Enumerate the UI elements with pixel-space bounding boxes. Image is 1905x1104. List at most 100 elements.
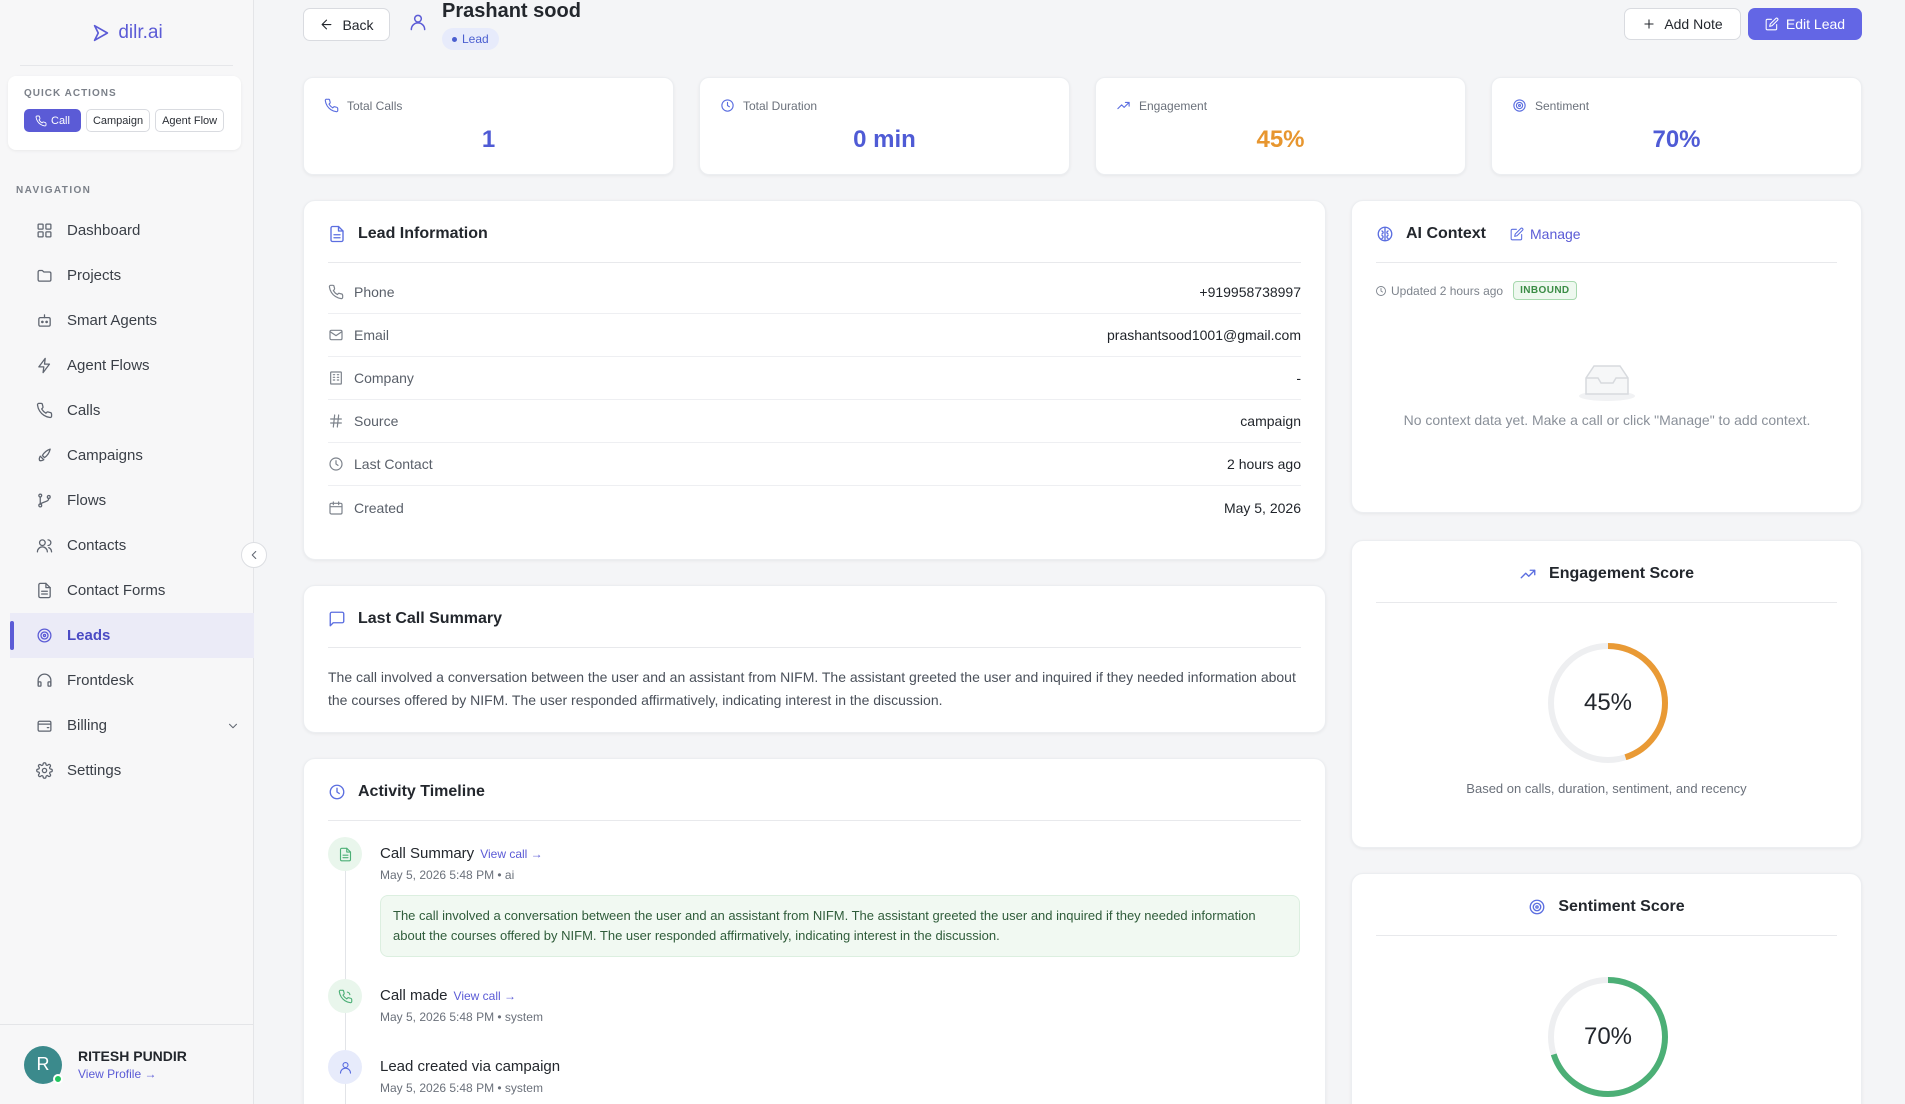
info-value: campaign: [1240, 413, 1301, 429]
quick-actions-title: QUICK ACTIONS: [24, 88, 117, 99]
timeline-dot: [328, 1050, 362, 1084]
stat-value: 70%: [1652, 126, 1701, 153]
chevron-down-icon[interactable]: [226, 719, 240, 733]
summary-text: The call involved a conversation between…: [328, 669, 1296, 708]
sidebar-item-label: Settings: [67, 762, 122, 779]
empty-state-text: No context data yet. Make a call or clic…: [1403, 412, 1811, 428]
sidebar-item-flows[interactable]: Flows: [10, 478, 254, 523]
sidebar-item-label: Billing: [67, 717, 108, 734]
quick-actions: QUICK ACTIONS Call Campaign Agent Flow: [8, 76, 241, 150]
sidebar-item-agent-flows[interactable]: Agent Flows: [10, 343, 254, 388]
timeline-title: Call Summary: [380, 845, 475, 862]
card-title: AI Context: [1406, 224, 1486, 242]
gear-icon: [36, 762, 53, 779]
sidebar-item-contacts[interactable]: Contacts: [10, 523, 254, 568]
sidebar-item-label: Campaigns: [67, 447, 143, 464]
info-label: Email: [354, 327, 390, 343]
target-icon: [1513, 99, 1526, 112]
sidebar-item-label: Agent Flows: [67, 357, 150, 374]
divider: [1376, 602, 1837, 603]
sidebar-item-dashboard[interactable]: Dashboard: [10, 208, 254, 253]
gauge-value: 45%: [1583, 689, 1633, 716]
info-value: 2 hours ago: [1227, 456, 1301, 472]
gauge-subtitle: Based on calls, duration, sentiment, and…: [1466, 781, 1747, 796]
card-title: Activity Timeline: [358, 782, 485, 800]
info-label: Created: [354, 499, 404, 516]
target-icon: [1529, 899, 1545, 915]
stat-sentiment: Sentiment 70%: [1491, 77, 1862, 175]
info-row-email: Email prashantsood1001@gmail.com: [328, 314, 1301, 357]
headphones-icon: [37, 673, 52, 687]
sidebar-item-contact-forms[interactable]: Contact Forms: [10, 568, 254, 613]
sidebar-item-label: Leads: [67, 627, 111, 644]
stat-value: 1: [481, 126, 496, 153]
view-profile-link[interactable]: View Profile →: [78, 1067, 187, 1081]
avatar-initial: R: [36, 1054, 50, 1074]
sidebar-item-label: Contacts: [67, 537, 127, 554]
card-title: Last Call Summary: [358, 609, 503, 627]
badge-dot: [452, 36, 457, 42]
view-call-link[interactable]: View call →: [454, 989, 516, 1003]
timeline-title: Lead created via campaign: [380, 1058, 561, 1075]
logo-text: dilr.ai: [118, 21, 163, 43]
ai-context-meta: Updated 2 hours ago INBOUND: [1375, 281, 1577, 300]
logo-icon: [94, 24, 109, 41]
sidebar-item-smart-agents[interactable]: Smart Agents: [10, 298, 254, 343]
stat-label: Total Duration: [743, 98, 818, 113]
sidebar-item-calls[interactable]: Calls: [10, 388, 254, 433]
timeline-dot: [328, 837, 362, 871]
users-icon: [36, 539, 53, 553]
sidebar-item-label: Frontdesk: [67, 672, 134, 689]
git-branch-icon: [38, 493, 51, 508]
user-name: RITESH PUNDIR: [78, 1048, 187, 1064]
rocket-icon: [38, 448, 51, 462]
info-row-created: Created May 5, 2026: [328, 486, 1301, 529]
info-label: Source: [354, 413, 399, 429]
logo[interactable]: dilr.ai: [20, 0, 233, 66]
clock-icon: [1376, 285, 1386, 296]
user-profile[interactable]: R RITESH PUNDIR View Profile →: [0, 1024, 254, 1104]
last-call-summary-card: Last Call Summary The call involved a co…: [303, 585, 1326, 733]
avatar[interactable]: R: [24, 1045, 63, 1084]
card-header: Engagement Score: [1352, 565, 1861, 583]
add-note-button[interactable]: Add Note: [1624, 8, 1741, 40]
quick-call-button[interactable]: Call: [24, 109, 81, 132]
back-button[interactable]: Back: [303, 8, 390, 41]
manage-button[interactable]: Manage: [1510, 226, 1581, 242]
lead-information-card: Lead Information Phone +919958738997 Ema…: [303, 200, 1326, 560]
sentiment-score-card: Sentiment Score 70%: [1351, 873, 1862, 1104]
add-note-label: Add Note: [1664, 16, 1723, 32]
nav-title: NAVIGATION: [16, 185, 92, 196]
trending-up-icon: [1520, 569, 1536, 579]
wallet-icon: [37, 720, 52, 732]
sidebar-item-label: Dashboard: [67, 222, 141, 239]
phone-icon: [328, 284, 344, 300]
quick-campaign-button[interactable]: Campaign: [85, 109, 151, 132]
sidebar-item-projects[interactable]: Projects: [10, 253, 254, 298]
sidebar-item-settings[interactable]: Settings: [10, 748, 254, 793]
phone-call-icon: [338, 989, 352, 1003]
stat-label: Engagement: [1139, 98, 1208, 113]
gauge-value: 70%: [1583, 1023, 1633, 1050]
view-call-link[interactable]: View call →: [480, 847, 542, 861]
info-label: Phone: [354, 284, 395, 300]
collapse-sidebar-button[interactable]: [241, 542, 267, 568]
user-icon: [408, 12, 428, 32]
card-title: Sentiment Score: [1558, 898, 1685, 915]
info-row-phone: Phone +919958738997: [328, 271, 1301, 314]
edit-lead-button[interactable]: Edit Lead: [1748, 8, 1862, 40]
edit-icon: [1765, 17, 1779, 31]
sidebar-item-campaigns[interactable]: Campaigns: [10, 433, 254, 478]
dashboard-icon: [37, 223, 52, 238]
sidebar-item-frontdesk[interactable]: Frontdesk: [10, 658, 254, 703]
timeline-meta: May 5, 2026 5:48 PM • system: [380, 1010, 543, 1024]
sidebar-item-leads[interactable]: Leads: [10, 613, 254, 658]
hash-icon: [330, 414, 342, 428]
sidebar-item-billing[interactable]: Billing: [10, 703, 254, 748]
quick-agent-flow-button[interactable]: Agent Flow: [155, 109, 225, 132]
card-header: AI Context Manage: [1376, 201, 1837, 263]
document-icon: [330, 225, 344, 242]
sidebar-item-label: Calls: [67, 402, 101, 419]
info-row-source: Source campaign: [328, 400, 1301, 443]
chevron-left-icon: [251, 550, 257, 560]
